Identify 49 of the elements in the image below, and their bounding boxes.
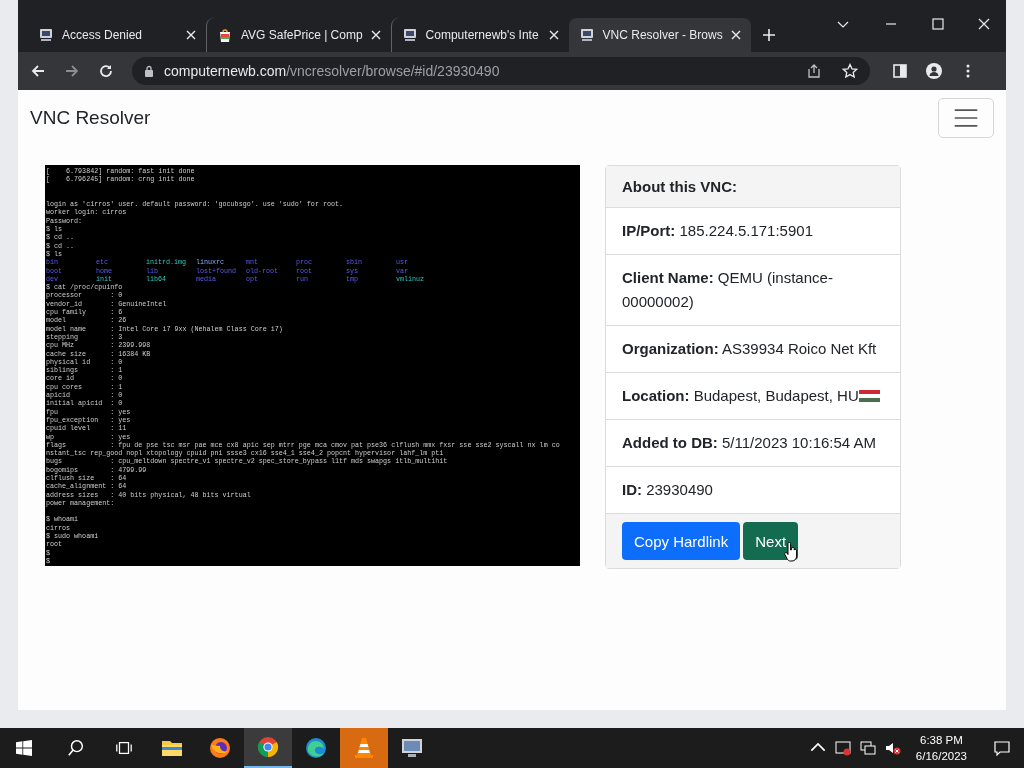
close-icon[interactable] — [370, 30, 381, 40]
copy-button[interactable]: Copy Hardlink — [622, 522, 741, 560]
browser-tab[interactable]: Access Denied — [28, 18, 206, 52]
reload-icon[interactable] — [98, 63, 114, 79]
notification-icon[interactable] — [994, 740, 1010, 756]
back-icon[interactable] — [30, 63, 46, 79]
clock-date[interactable]: 6/16/2023 — [915, 748, 967, 764]
address-bar[interactable]: computernewb.com/vncresolver/browse/#id/23930490 — [132, 57, 870, 85]
monitor-icon — [400, 736, 424, 760]
info-field: Organization: AS39934 Roico Net Kft — [622, 340, 877, 357]
close-icon[interactable] — [978, 18, 990, 30]
info-field: IP/Port: 185.224.5.171:5901 — [622, 222, 813, 239]
clock-time[interactable]: 6:38 PM — [920, 732, 963, 748]
computer-icon — [578, 27, 595, 43]
maximize-icon[interactable] — [932, 18, 944, 30]
card-header: About this VNC: — [606, 166, 900, 208]
start-icon[interactable] — [16, 740, 32, 756]
share-icon[interactable] — [806, 63, 822, 79]
traffic-cone-icon — [352, 736, 376, 760]
site-title[interactable]: VNC Resolver — [30, 107, 151, 129]
network-icon[interactable] — [859, 740, 876, 756]
browser-logo-icon — [256, 735, 280, 759]
task-view-icon[interactable] — [115, 739, 133, 757]
hand-cursor-icon — [784, 542, 798, 562]
browser-tab[interactable]: VNC Resolver - Brows — [568, 18, 751, 52]
menu-button[interactable] — [938, 98, 994, 138]
url-text: computernewb.com/vncresolver/browse/#id/23930490 — [164, 63, 501, 79]
forward-icon[interactable] — [64, 63, 80, 79]
wave-logo-icon — [304, 736, 328, 760]
lock-icon — [144, 65, 154, 77]
side-panel-icon[interactable] — [892, 63, 908, 79]
star-icon[interactable] — [842, 63, 858, 79]
speaker-muted-icon[interactable] — [884, 740, 901, 756]
info-field: Added to DB: 5/11/2023 10:16:54 AM — [622, 434, 876, 451]
info-field: ID: 23930490 — [622, 481, 713, 498]
new-tab-icon[interactable] — [762, 29, 775, 41]
bag-icon — [217, 27, 233, 43]
close-icon[interactable] — [548, 30, 559, 40]
fox-globe-icon — [208, 736, 232, 760]
computer-icon — [38, 27, 54, 43]
close-icon[interactable] — [186, 30, 196, 40]
info-field: Location: Budapest, Budapest, HU — [622, 387, 880, 404]
info-field: Client Name: QEMU (instance-00000002) — [622, 269, 833, 310]
search-icon[interactable] — [67, 739, 85, 757]
profile-icon[interactable] — [926, 63, 942, 79]
taskbar-app[interactable] — [244, 728, 292, 768]
close-icon[interactable] — [730, 30, 741, 40]
menu-icon — [953, 108, 979, 128]
computer-icon — [401, 27, 418, 43]
